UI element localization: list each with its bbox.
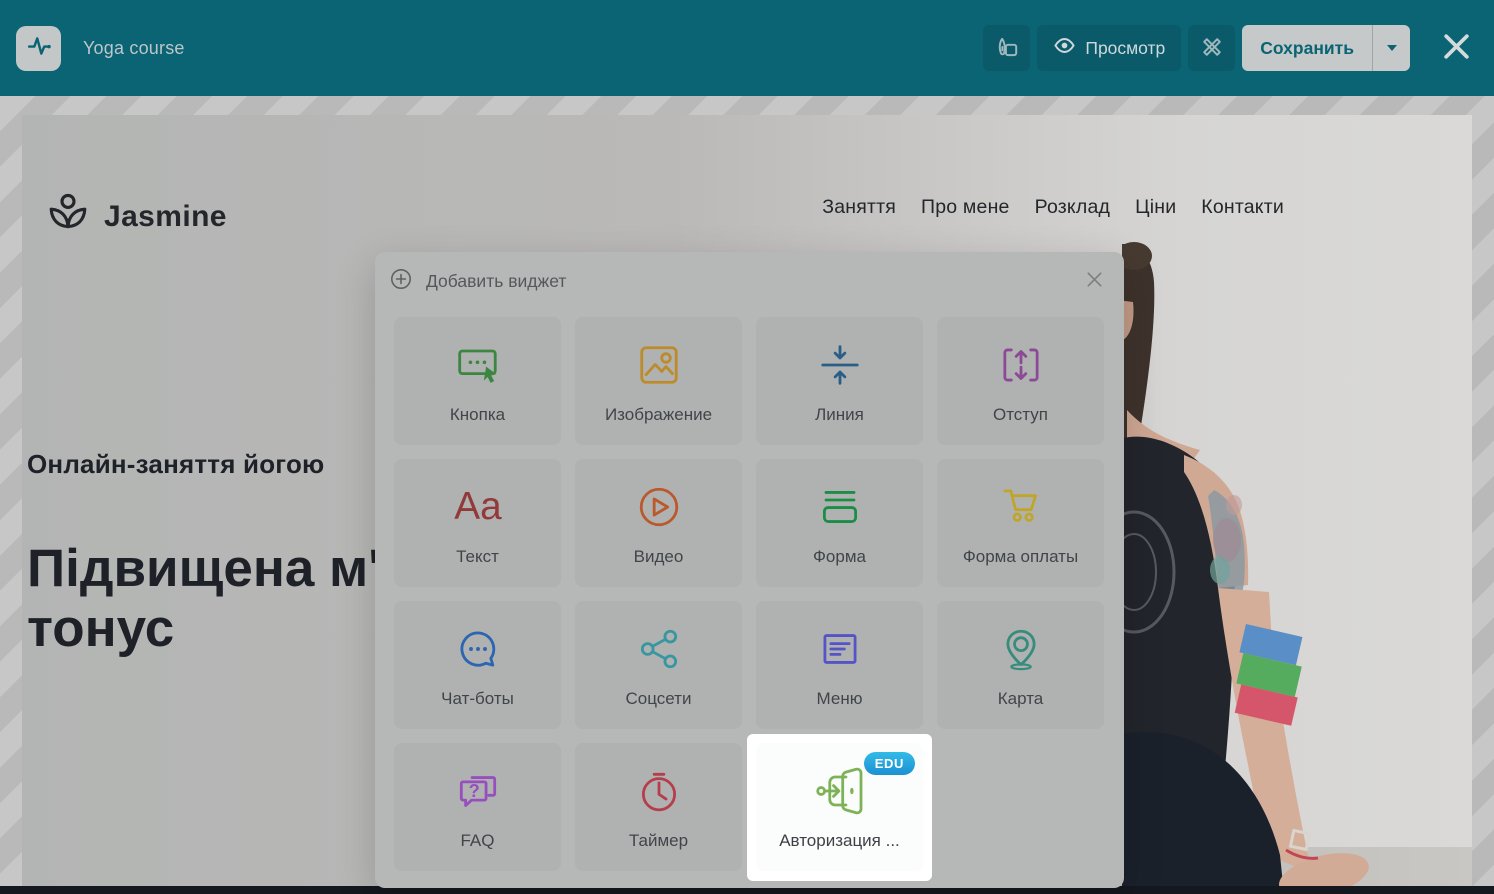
widget-cell-map-pin[interactable]: Карта	[937, 601, 1104, 729]
widget-cell-form[interactable]: Форма	[756, 459, 923, 587]
widget-label: Чат-боты	[441, 689, 514, 708]
edu-badge: EDU	[863, 752, 915, 775]
hero-heading-line1: Підвищена м'я	[27, 539, 412, 598]
add-widget-modal-header: Добавить виджет	[375, 252, 1124, 304]
site-header: Jasmine Заняття Про мене Розклад Ціни Контак…	[22, 190, 1472, 243]
project-title: Yoga course	[83, 37, 185, 58]
widget-label: Меню	[816, 689, 863, 708]
form-icon	[812, 475, 868, 539]
nav-link-3[interactable]: Ціни	[1135, 196, 1176, 219]
widget-cell-line[interactable]: Линия	[756, 317, 923, 445]
highlighted-widget-spotlight: EDU Авторизация ...	[747, 734, 932, 881]
widget-cell-text[interactable]: Aa Текст	[394, 459, 561, 587]
widget-label: Форма	[813, 547, 866, 566]
editor-topbar: Yoga course Просмотр Сохранить	[0, 0, 1494, 96]
widget-label: Кнопка	[449, 405, 506, 424]
close-icon	[1085, 270, 1104, 292]
close-icon	[1441, 31, 1472, 65]
widget-cell-button[interactable]: Кнопка	[394, 317, 561, 445]
hero-kicker: Онлайн-заняття йогою	[27, 449, 325, 479]
hero-heading-line2: тонус	[27, 598, 175, 658]
widget-cell-image[interactable]: Изображение	[575, 317, 742, 445]
widget-label: Таймер	[628, 831, 689, 850]
widget-cell-chatbot[interactable]: Чат-боты	[394, 601, 561, 729]
preview-button[interactable]: Просмотр	[1037, 25, 1182, 71]
site-logo-text: Jasmine	[104, 199, 227, 233]
map-pin-icon	[993, 617, 1049, 681]
preview-label: Просмотр	[1085, 37, 1166, 58]
add-widget-modal-title: Добавить виджет	[426, 270, 567, 291]
chatbot-icon	[450, 617, 506, 681]
widget-cell-timer[interactable]: Таймер	[575, 743, 742, 871]
widget-label: Видео	[633, 547, 684, 566]
widget-label: FAQ	[460, 831, 495, 850]
video-icon	[631, 475, 687, 539]
widget-cell-social-share[interactable]: Соцсети	[575, 601, 742, 729]
payment-cart-icon	[993, 475, 1049, 539]
design-tools-button[interactable]	[1188, 25, 1236, 71]
topbar-actions: Просмотр Сохранить	[983, 25, 1478, 71]
spacing-icon	[993, 333, 1049, 397]
pulse-icon	[25, 32, 53, 65]
caret-down-icon	[1386, 45, 1397, 51]
faq-icon: ?	[450, 759, 506, 823]
editor-close-button[interactable]	[1435, 30, 1478, 66]
widget-label: Соцсети	[625, 689, 692, 708]
site-logo: Jasmine	[44, 190, 227, 243]
design-tools-icon	[1199, 34, 1225, 63]
timer-icon	[631, 759, 687, 823]
menu-icon	[812, 617, 868, 681]
widget-label: Текст	[456, 547, 499, 566]
modal-close-button[interactable]	[1085, 270, 1104, 292]
editor-logo[interactable]	[16, 25, 61, 71]
site-nav: Заняття Про мене Розклад Ціни Контакти	[822, 196, 1284, 219]
image-icon	[631, 333, 687, 397]
widget-label: Авторизация ...	[779, 831, 900, 850]
flower-logo-icon	[44, 190, 92, 243]
widget-cell-spacing[interactable]: Отступ	[937, 317, 1104, 445]
nav-link-4[interactable]: Контакти	[1201, 196, 1284, 219]
save-dropdown-button[interactable]	[1372, 25, 1410, 71]
save-button-group: Сохранить	[1242, 25, 1410, 71]
widget-cell-payment-cart[interactable]: Форма оплаты	[937, 459, 1104, 587]
design-settings-button[interactable]	[983, 25, 1031, 71]
svg-text:?: ?	[468, 780, 479, 801]
widget-cell-video[interactable]: Видео	[575, 459, 742, 587]
widget-cell-login[interactable]: EDU Авторизация ...	[756, 743, 923, 871]
save-button[interactable]: Сохранить	[1242, 25, 1372, 71]
nav-link-1[interactable]: Про мене	[921, 196, 1010, 219]
widget-cell-menu[interactable]: Меню	[756, 601, 923, 729]
plus-circle-icon	[390, 268, 412, 295]
login-icon	[812, 759, 868, 823]
hero-heading: Підвищена м'я тонус	[27, 539, 412, 659]
hero-photo-person	[1122, 242, 1369, 894]
widget-label: Линия	[815, 405, 864, 424]
text-icon: Aa	[450, 475, 506, 539]
svg-text:Aa: Aa	[454, 485, 502, 528]
nav-link-2[interactable]: Розклад	[1035, 196, 1110, 219]
eye-icon	[1053, 34, 1076, 62]
widget-cell-faq[interactable]: ? FAQ	[394, 743, 561, 871]
design-brush-icon	[994, 34, 1020, 63]
widget-label: Карта	[997, 689, 1044, 708]
button-icon	[450, 333, 506, 397]
social-share-icon	[631, 617, 687, 681]
line-icon	[812, 333, 868, 397]
nav-link-0[interactable]: Заняття	[822, 196, 896, 219]
widget-label: Изображение	[604, 405, 713, 424]
widget-label: Отступ	[992, 405, 1048, 424]
widget-label: Форма оплаты	[962, 547, 1079, 566]
